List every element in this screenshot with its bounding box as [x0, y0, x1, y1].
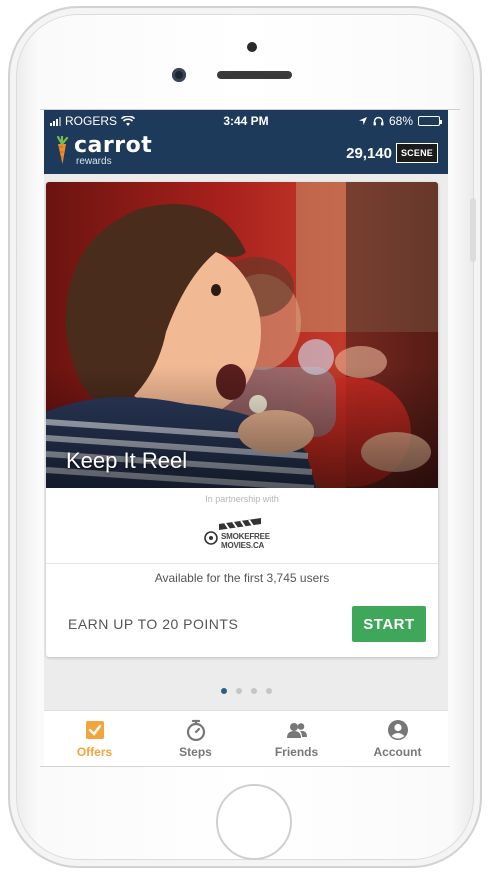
start-button[interactable]: START: [352, 606, 426, 642]
availability-text: Available for the first 3,745 users: [154, 571, 330, 585]
card-divider-top: [46, 563, 438, 564]
carousel-dot[interactable]: [235, 688, 242, 694]
offer-card[interactable]: Keep It Reel In partnership with SMOKEFR…: [46, 182, 438, 657]
logo-text: carrot rewards: [74, 135, 152, 167]
status-right: 68%: [358, 114, 442, 128]
battery-percent: 68%: [388, 114, 413, 128]
screen-bottom-line: [40, 766, 450, 767]
carrot-rewards-logo[interactable]: carrot rewards: [54, 135, 152, 167]
carousel-dot[interactable]: [265, 688, 272, 694]
battery-icon: [418, 116, 442, 126]
app-header: carrot rewards 29,140 SCENE: [44, 132, 448, 174]
status-bar: ROGERS 3:44 PM 68%: [44, 110, 448, 132]
tab-steps[interactable]: Steps: [145, 711, 246, 766]
account-icon: [387, 719, 408, 740]
tab-steps-label: Steps: [179, 744, 212, 759]
bottom-tab-bar: Offers Steps Friends Account: [44, 710, 448, 766]
points-balance: 29,140: [346, 145, 392, 162]
stopwatch-icon: [186, 719, 205, 741]
scene-badge[interactable]: SCENE: [395, 143, 438, 163]
logo-subtitle: rewards: [76, 156, 112, 167]
app-screen: ROGERS 3:44 PM 68% carrot rewards 29,140…: [44, 110, 448, 766]
headphones-icon: [373, 116, 384, 126]
proximity-sensor: [247, 42, 257, 52]
tab-friends[interactable]: Friends: [246, 711, 347, 766]
tab-account[interactable]: Account: [347, 711, 448, 766]
cinema-kid-photo: [46, 182, 438, 488]
front-camera: [172, 68, 186, 82]
carousel-dot[interactable]: [250, 688, 257, 694]
home-button[interactable]: [216, 784, 292, 860]
location-arrow-icon: [358, 117, 367, 125]
partner-logo-line-2: MOVIES.CA: [221, 541, 265, 550]
tab-friends-label: Friends: [274, 744, 319, 759]
phone-side-button: [470, 198, 476, 262]
page: ROGERS 3:44 PM 68% carrot rewards 29,140…: [0, 0, 491, 875]
tab-offers-label: Offers: [76, 744, 113, 759]
logo-title: carrot: [74, 133, 153, 158]
partnership-label: In partnership with: [205, 494, 279, 504]
carrot-icon: [56, 136, 69, 164]
partner-logo-text: SMOKEFREE MOVIES.CA: [221, 532, 270, 550]
tab-account-label: Account: [373, 744, 422, 759]
check-square-icon: [85, 720, 104, 739]
carousel-dots: [44, 688, 448, 694]
earpiece-speaker: [217, 71, 292, 79]
carousel-dot[interactable]: [220, 688, 227, 694]
earn-points-text: EARN UP TO 20 POINTS: [68, 616, 239, 632]
friends-icon: [286, 722, 307, 738]
tab-offers[interactable]: Offers: [44, 711, 145, 766]
offer-hero-image: Keep It Reel: [46, 182, 438, 488]
offer-title: Keep It Reel: [66, 448, 188, 473]
partner-logo-line-1: SMOKEFREE: [221, 532, 270, 541]
